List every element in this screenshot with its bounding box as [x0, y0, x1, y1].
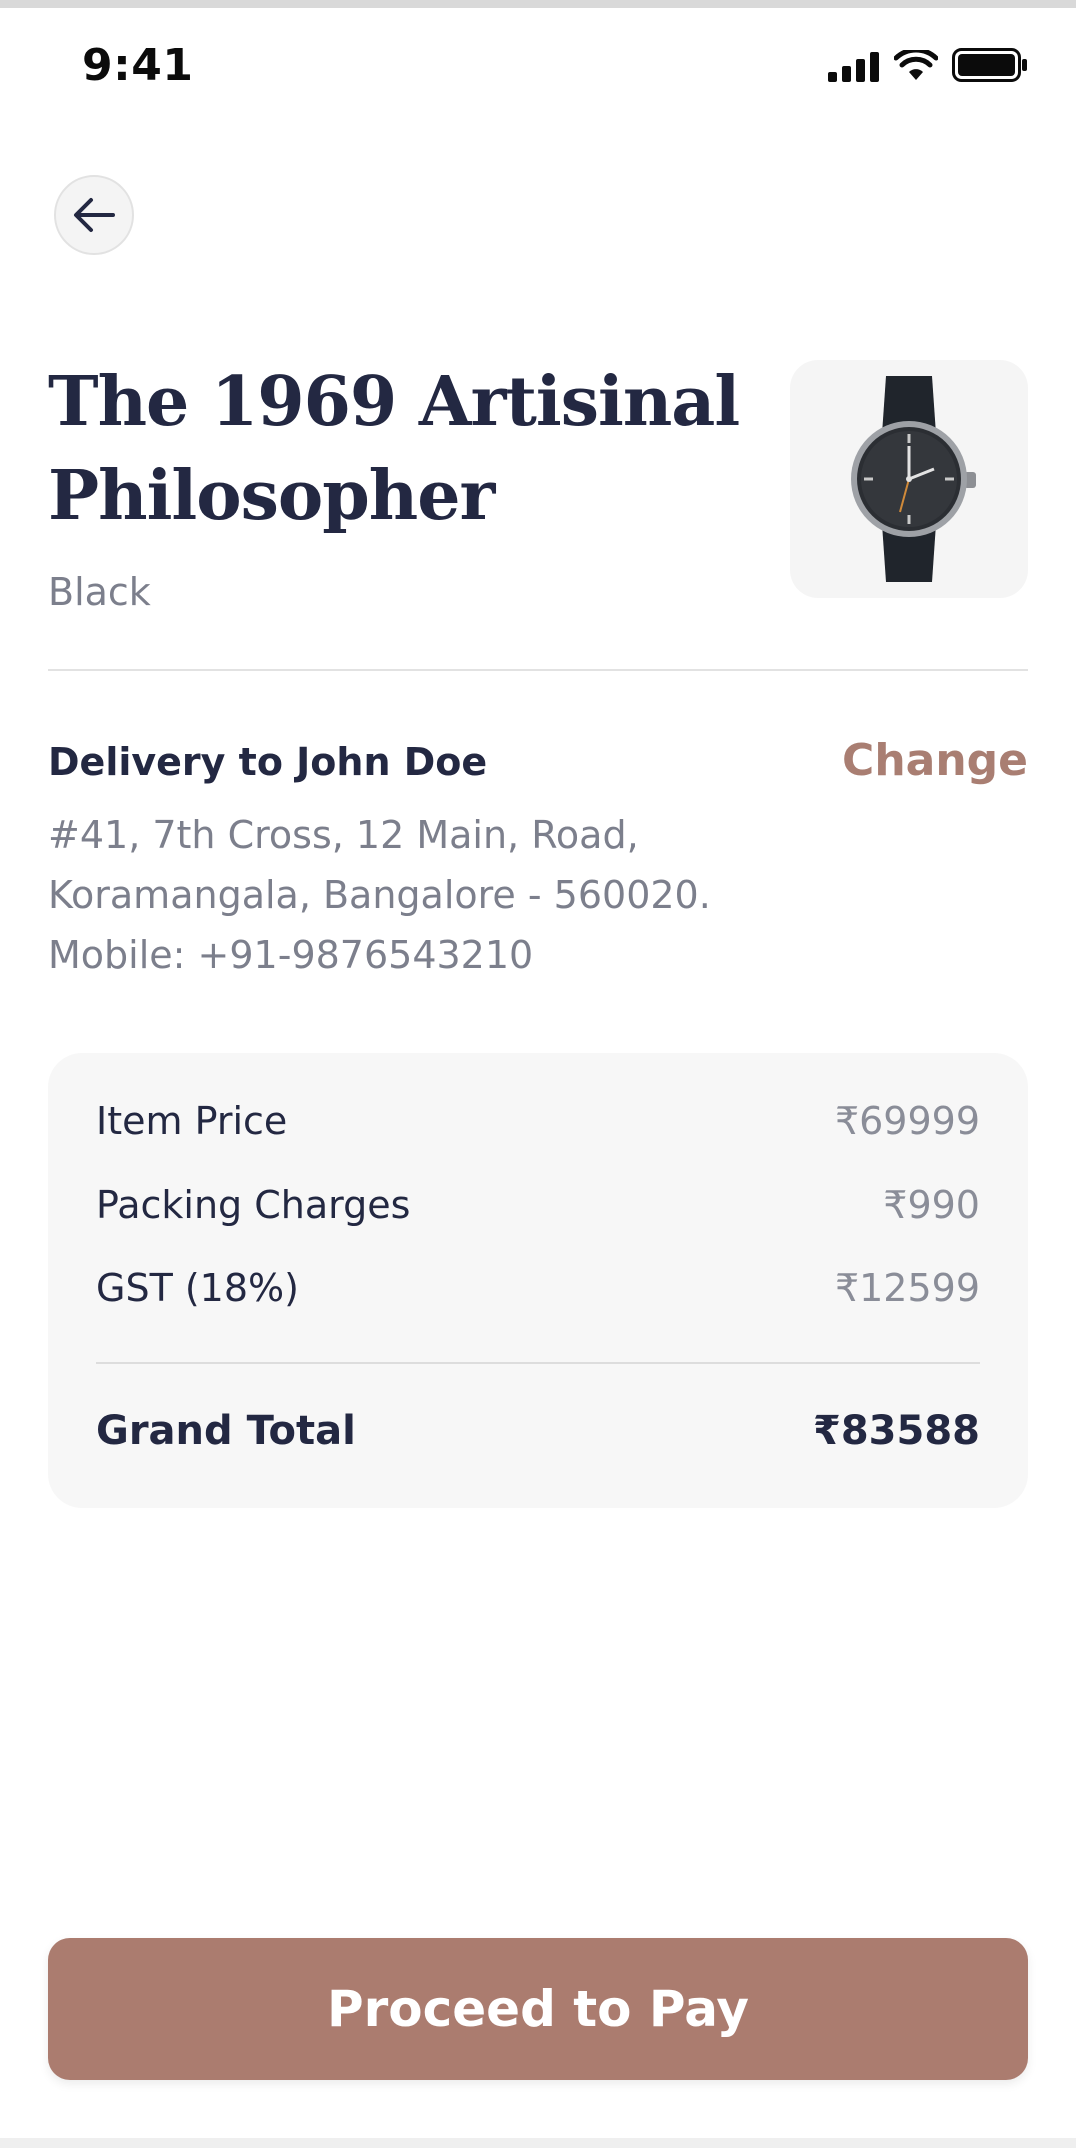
price-summary-card: Item Price ₹69999 Packing Charges ₹990 G…: [48, 1053, 1028, 1508]
mobile-number: Mobile: +91-9876543210: [48, 933, 534, 977]
watch-image: [851, 376, 976, 582]
back-button[interactable]: [54, 175, 134, 255]
delivery-address: #41, 7th Cross, 12 Main, Road, Koramanga…: [48, 805, 948, 985]
status-time: 9:41: [82, 40, 194, 91]
price-value: ₹69999: [834, 1099, 980, 1143]
product-title: The 1969 Artisinal Philosopher: [48, 362, 740, 536]
grand-total-row: Grand Total ₹83588: [96, 1408, 980, 1454]
price-value: ₹990: [883, 1183, 980, 1227]
address-line: Koramangala, Bangalore - 560020.: [48, 873, 711, 917]
bottom-edge: [0, 2138, 1076, 2148]
battery-icon: [952, 48, 1027, 82]
price-value: ₹12599: [834, 1266, 980, 1310]
proceed-to-pay-button[interactable]: Proceed to Pay: [48, 1938, 1028, 2080]
product-variant: Black: [48, 570, 151, 614]
price-row-gst: GST (18%) ₹12599: [96, 1266, 980, 1310]
price-divider: [96, 1362, 980, 1364]
arrow-left-icon: [74, 198, 115, 232]
change-address-link[interactable]: Change: [842, 735, 1028, 786]
address-line: #41, 7th Cross, 12 Main, Road,: [48, 813, 639, 857]
price-label: Packing Charges: [96, 1183, 411, 1227]
price-label: GST (18%): [96, 1266, 299, 1310]
delivery-title: Delivery to John Doe: [48, 740, 488, 784]
signal-icon: [828, 52, 879, 82]
status-icons: [828, 48, 1028, 82]
price-label: Item Price: [96, 1099, 288, 1143]
price-row-item: Item Price ₹69999: [96, 1099, 980, 1143]
section-divider: [48, 669, 1028, 671]
top-edge: [0, 0, 1076, 8]
wifi-icon: [894, 50, 938, 80]
price-row-packing: Packing Charges ₹990: [96, 1183, 980, 1227]
product-image: [790, 360, 1028, 598]
grand-total-value: ₹83588: [813, 1408, 980, 1454]
grand-total-label: Grand Total: [96, 1408, 356, 1454]
